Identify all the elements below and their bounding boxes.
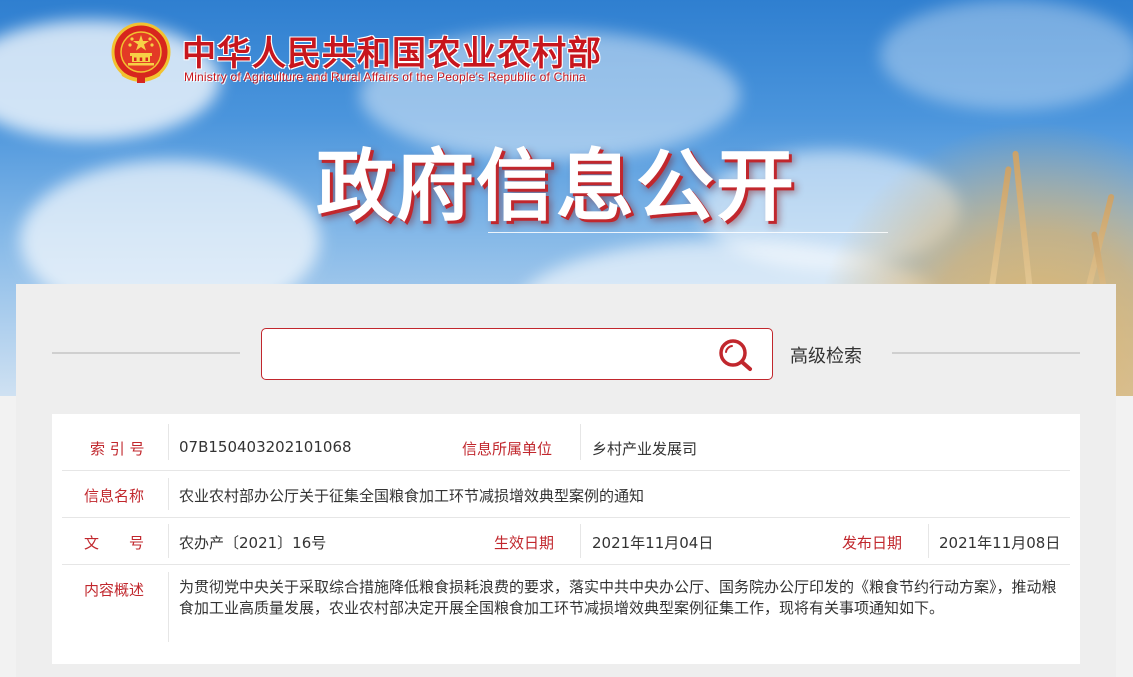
national-emblem-icon (111, 22, 171, 83)
column-divider (168, 572, 169, 642)
publish-date-label: 发布日期 (842, 534, 903, 552)
banner-title-divider (488, 232, 888, 233)
document-number-value: 农办产〔2021〕16号 (179, 534, 327, 552)
row-divider (62, 517, 1070, 518)
issuing-unit-value: 乡村产业发展司 (592, 440, 698, 458)
column-divider (168, 424, 169, 460)
index-number-label: 索 引 号 (90, 440, 145, 458)
search-divider-right (892, 352, 1080, 354)
search-divider-left (52, 352, 240, 354)
publish-date-value: 2021年11月08日 (939, 534, 1061, 552)
info-name-label: 信息名称 (84, 487, 145, 505)
effective-date-label: 生效日期 (494, 534, 555, 552)
summary-label: 内容概述 (84, 581, 145, 599)
banner-title: 政府信息公开 (316, 142, 797, 232)
row-divider (62, 470, 1070, 471)
info-name-value: 农业农村部办公厅关于征集全国粮食加工环节减损增效典型案例的通知 (179, 487, 645, 505)
column-divider (928, 524, 929, 558)
ministry-name-en: Ministry of Agriculture and Rural Affair… (184, 70, 586, 84)
issuing-unit-label: 信息所属单位 (462, 440, 553, 458)
search-input[interactable] (274, 339, 704, 369)
search-icon[interactable] (716, 337, 756, 373)
search-box[interactable] (261, 328, 773, 380)
advanced-search-link[interactable]: 高级检索 (790, 342, 862, 368)
column-divider (580, 424, 581, 460)
row-divider (62, 564, 1070, 565)
summary-text: 为贯彻党中央关于采取综合措施降低粮食损耗浪费的要求，落实中共中央办公厅、国务院办… (179, 578, 1057, 617)
column-divider (168, 524, 169, 558)
column-divider (168, 478, 169, 510)
document-number-label: 文 号 (84, 534, 145, 552)
ministry-name-cn: 中华人民共和国农业农村部 (182, 34, 602, 74)
column-divider (580, 524, 581, 558)
effective-date-value: 2021年11月04日 (592, 534, 714, 552)
index-number-value: 07B150403202101068 (179, 438, 352, 456)
cloud-decoration (880, 0, 1133, 110)
